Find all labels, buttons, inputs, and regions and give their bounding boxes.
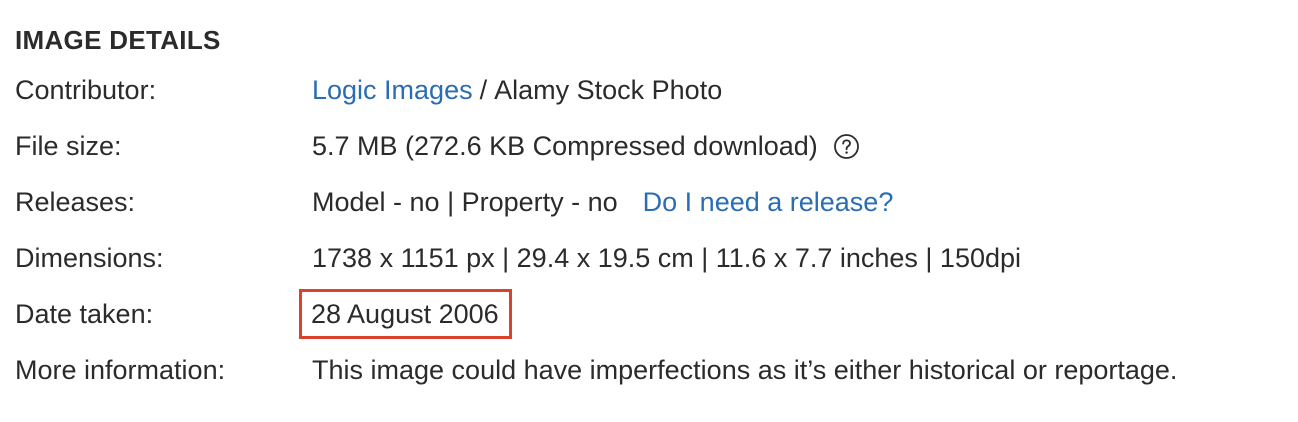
question-circle-icon[interactable] [833, 133, 860, 160]
date-taken-value: 28 August 2006 [299, 289, 512, 339]
dimensions-label: Dimensions: [15, 242, 164, 273]
dimensions-row: Dimensions: 1738 x 1151 px | 29.4 x 19.5… [15, 230, 1285, 286]
contributor-separator: / [479, 74, 488, 105]
file-size-value: 5.7 MB (272.6 KB Compressed download) [312, 130, 818, 161]
release-help-link[interactable]: Do I need a release? [643, 187, 894, 218]
contributor-link[interactable]: Logic Images [312, 75, 473, 106]
contributor-value: Logic Images / Alamy Stock Photo [312, 75, 722, 106]
file-size-value-wrap: 5.7 MB (272.6 KB Compressed download) [312, 131, 860, 162]
agency-name: Alamy Stock Photo [494, 74, 723, 105]
question-circle-icon-svg [833, 133, 859, 159]
more-information-value: This image could have imperfections as i… [312, 354, 1178, 385]
more-information-row: More information: This image could have … [15, 342, 1285, 398]
dimensions-value: 1738 x 1151 px | 29.4 x 19.5 cm | 11.6 x… [312, 242, 1022, 273]
image-details-panel: IMAGE DETAILS Contributor: Logic Images … [15, 18, 1285, 398]
releases-value: Model - no | Property - no [312, 186, 618, 217]
releases-row: Releases: Model - no | Property - no Do … [15, 174, 1285, 230]
date-taken-value-wrap: 28 August 2006 [299, 289, 512, 339]
releases-label: Releases: [15, 186, 136, 217]
section-heading: IMAGE DETAILS [15, 25, 221, 55]
contributor-row: Contributor: Logic Images / Alamy Stock … [15, 62, 1285, 118]
file-size-row: File size: 5.7 MB (272.6 KB Compressed d… [15, 118, 1285, 174]
date-taken-label: Date taken: [15, 298, 154, 329]
date-taken-row: Date taken: 28 August 2006 [15, 286, 1285, 342]
contributor-label: Contributor: [15, 74, 157, 105]
releases-value-wrap: Model - no | Property - no Do I need a r… [312, 187, 893, 218]
file-size-label: File size: [15, 130, 122, 161]
more-information-label: More information: [15, 354, 226, 385]
